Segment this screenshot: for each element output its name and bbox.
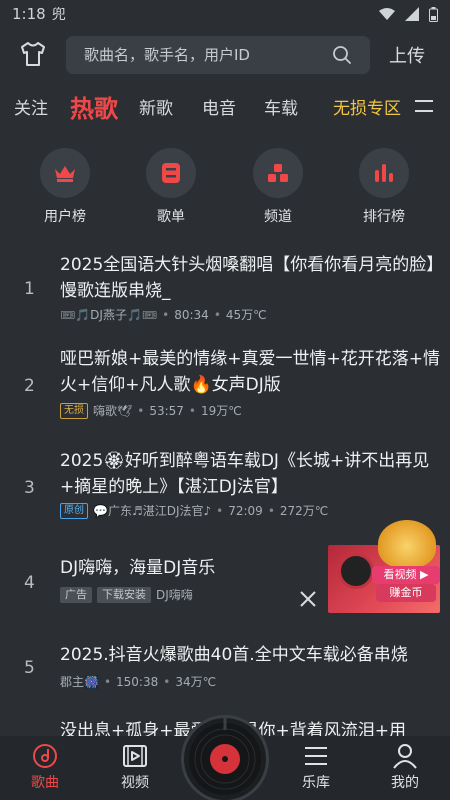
ad-title[interactable]: DJ嗨嗨，海量DJ音乐: [60, 555, 320, 581]
tab-car[interactable]: 车载: [264, 94, 298, 119]
category-label: 排行榜: [363, 209, 405, 225]
tab-new-songs[interactable]: 新歌: [139, 94, 173, 119]
separator: •: [163, 674, 171, 689]
signal-icon: [405, 7, 419, 21]
status-time: 1:18: [12, 5, 46, 23]
ad-badge: 广告: [60, 586, 92, 603]
nav-label: 视频: [121, 775, 149, 791]
nav-label: 歌曲: [31, 775, 59, 791]
song-plays: 19万℃: [201, 404, 242, 418]
song-author[interactable]: 郡主🎆: [60, 673, 99, 690]
search-icon[interactable]: [332, 45, 352, 65]
category-tabs: 关注 热歌 新歌 电音 车载 无损专区: [0, 84, 450, 128]
nav-library[interactable]: 乐库: [286, 742, 346, 792]
song-plays: 34万℃: [175, 675, 217, 689]
tab-electronic[interactable]: 电音: [202, 94, 236, 119]
song-duration: 53:57: [149, 403, 184, 418]
nav-songs[interactable]: 歌曲: [15, 742, 75, 792]
category-ranking[interactable]: 排行榜: [346, 148, 422, 226]
nav-label: 我的: [391, 775, 419, 791]
song-plays: 272万℃: [279, 504, 329, 518]
song-meta: 原创 💬广东♬湛江DJ法官♪ • 72:09 • 272万℃: [60, 502, 328, 519]
separator: •: [162, 307, 170, 322]
song-duration: 80:34: [174, 307, 209, 322]
channel-icon: [253, 148, 303, 198]
ad-meta: 广告 下载安装 DJ嗨嗨: [60, 586, 193, 603]
header: 上传: [0, 30, 450, 82]
close-icon[interactable]: [298, 589, 318, 609]
status-icons: [379, 6, 438, 22]
battery-icon: [429, 6, 438, 22]
video-icon: [123, 745, 147, 767]
earn-coins-button[interactable]: 赚金币: [376, 584, 436, 602]
menu-icon[interactable]: [414, 98, 434, 114]
nav-video[interactable]: 视频: [105, 742, 165, 792]
search-box[interactable]: [66, 36, 370, 74]
song-meta: 🎟🎵DJ燕子🎵🎟 • 80:34 • 45万℃: [60, 306, 267, 323]
song-author[interactable]: 💬广东♬湛江DJ法官♪: [93, 502, 211, 519]
original-badge: 原创: [60, 502, 88, 519]
tab-hot-songs[interactable]: 热歌: [70, 89, 118, 124]
song-duration: 150:38: [116, 674, 159, 689]
nav-label: 乐库: [302, 775, 330, 791]
category-label: 歌单: [157, 209, 185, 225]
library-icon: [305, 747, 327, 765]
song-title[interactable]: 哑巴新娘+最美的情缘+真爱一世情+花开花落+情火+信仰+凡人歌🔥女声DJ版: [60, 346, 440, 398]
tab-lossless[interactable]: 无损专区: [333, 94, 401, 119]
category-playlist[interactable]: 歌单: [133, 148, 209, 226]
song-rank: 2: [24, 376, 35, 396]
record-icon: [338, 553, 374, 589]
separator: •: [267, 503, 275, 518]
separator: •: [103, 674, 112, 689]
search-input[interactable]: [84, 46, 324, 64]
song-author[interactable]: 嗨歌🕊: [93, 402, 132, 419]
song-author[interactable]: 🎟🎵DJ燕子🎵🎟: [60, 306, 157, 323]
tab-follow[interactable]: 关注: [14, 94, 48, 119]
song-title[interactable]: 2025.抖音火爆歌曲40首.全中文车载必备串烧: [60, 642, 440, 668]
music-disc-icon: [33, 744, 57, 768]
lossless-badge: 无损: [60, 402, 88, 419]
category-label: 频道: [264, 209, 292, 225]
separator: •: [137, 403, 145, 418]
song-rank: 1: [24, 279, 35, 299]
user-icon: [393, 744, 417, 769]
category-user-rank[interactable]: 用户榜: [27, 148, 103, 226]
ad-reward-widget[interactable]: 看视频 ▶ 赚金币: [372, 520, 442, 604]
nav-mine[interactable]: 我的: [375, 742, 435, 792]
separator: •: [213, 307, 221, 322]
wifi-icon: [379, 8, 395, 20]
coins-icon: [378, 520, 436, 568]
notification-icon: 兜: [51, 7, 66, 23]
separator: •: [188, 403, 196, 418]
upload-button[interactable]: 上传: [389, 42, 425, 68]
category-channel[interactable]: 频道: [240, 148, 316, 226]
song-plays: 45万℃: [225, 308, 267, 322]
watch-video-button[interactable]: 看视频 ▶: [372, 566, 440, 584]
status-bar: 1:18 兜: [0, 0, 450, 28]
crown-icon: [40, 148, 90, 198]
song-title[interactable]: 2025全国语大针头烟嗓翻唱【你看你看月亮的脸】慢歌连版串烧_: [60, 252, 440, 304]
chart-icon: [359, 148, 409, 198]
player-disc-button[interactable]: [184, 718, 266, 800]
song-rank: 5: [24, 658, 35, 678]
song-rank: 4: [24, 573, 35, 593]
song-meta: 郡主🎆 • 150:38 • 34万℃: [60, 673, 216, 690]
category-shortcuts: 用户榜 歌单 频道 排行榜: [0, 148, 450, 238]
download-install-button[interactable]: 下载安装: [97, 586, 151, 603]
ad-author: DJ嗨嗨: [156, 588, 193, 602]
category-label: 用户榜: [44, 209, 86, 225]
song-duration: 72:09: [228, 503, 263, 518]
song-title[interactable]: 2025🏵好听到醉粤语车载DJ《长城+讲不出再见+摘星的晚上》【湛江DJ法官】: [60, 448, 440, 500]
song-rank: 3: [24, 478, 35, 498]
vinyl-record-icon: [189, 718, 261, 795]
separator: •: [216, 503, 224, 518]
playlist-icon: [146, 148, 196, 198]
song-meta: 无损 嗨歌🕊 • 53:57 • 19万℃: [60, 402, 242, 419]
skin-shirt-icon[interactable]: [18, 39, 48, 69]
